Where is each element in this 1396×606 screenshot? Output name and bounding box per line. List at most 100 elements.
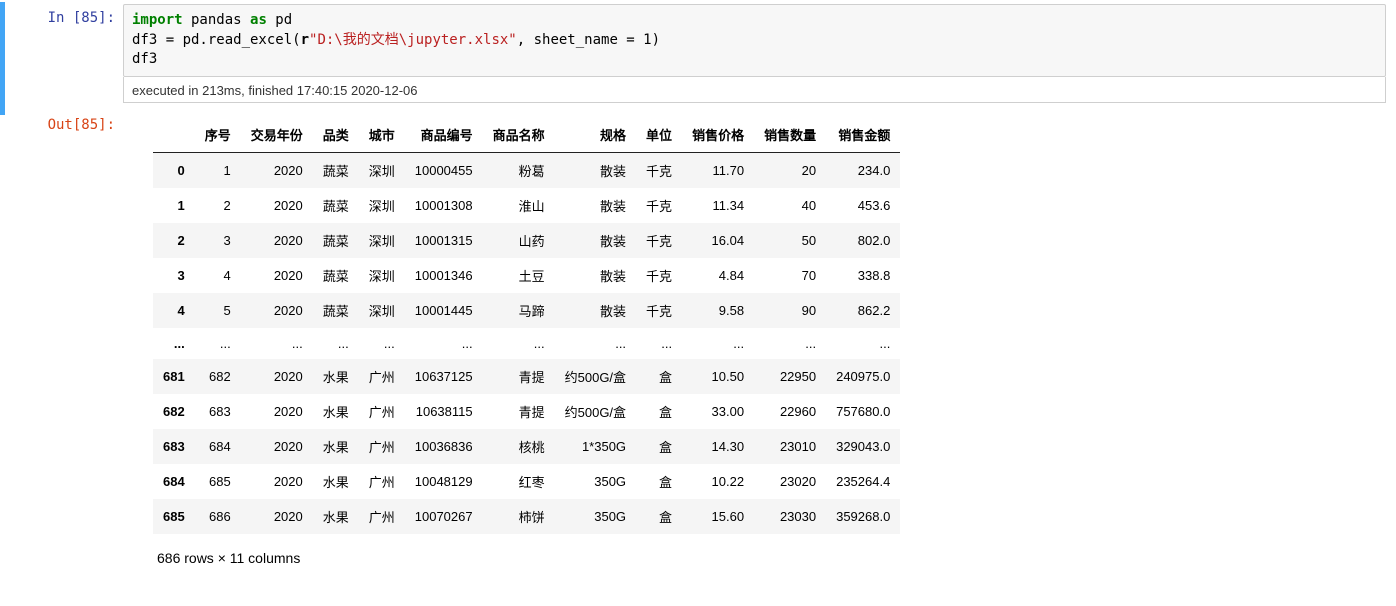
- table-cell: 土豆: [483, 258, 555, 293]
- table-cell: 蔬菜: [313, 293, 359, 328]
- table-cell: 2020: [241, 394, 313, 429]
- table-cell: 1: [195, 152, 241, 188]
- table-cell: 3: [195, 223, 241, 258]
- keyword-import: import: [132, 12, 183, 28]
- table-cell: 757680.0: [826, 394, 900, 429]
- table-cell: 2020: [241, 359, 313, 394]
- table-cell: 深圳: [359, 223, 405, 258]
- table-cell: 10.50: [682, 359, 754, 394]
- column-header: 商品编号: [405, 117, 483, 153]
- table-cell: 2020: [241, 188, 313, 223]
- row-index: 0: [153, 152, 195, 188]
- output-prompt-column: Out[85]:: [5, 117, 123, 570]
- table-row: 122020蔬菜深圳10001308淮山散装千克11.3440453.6: [153, 188, 900, 223]
- table-cell: 青提: [483, 394, 555, 429]
- row-index: 683: [153, 429, 195, 464]
- table-cell: 23010: [754, 429, 826, 464]
- notebook-cell: In [85]: import pandas as pd df3 = pd.re…: [0, 2, 1396, 115]
- table-cell: 862.2: [826, 293, 900, 328]
- table-cell: 20: [754, 152, 826, 188]
- table-cell: 约500G/盒: [555, 394, 636, 429]
- table-row: 6826832020水果广州10638115青提约500G/盒盒33.00229…: [153, 394, 900, 429]
- table-row: 342020蔬菜深圳10001346土豆散装千克4.8470338.8: [153, 258, 900, 293]
- table-cell: 广州: [359, 464, 405, 499]
- column-header: 品类: [313, 117, 359, 153]
- output-cell: Out[85]: 序号交易年份品类城市商品编号商品名称规格单位销售价格销售数量销…: [0, 117, 1396, 578]
- table-cell: 2020: [241, 499, 313, 534]
- execution-info: executed in 213ms, finished 17:40:15 202…: [123, 77, 1386, 103]
- string-literal: "D:\我的文档\jupyter.xlsx": [309, 32, 517, 48]
- code-text: df3: [132, 51, 157, 67]
- dataframe-table[interactable]: 序号交易年份品类城市商品编号商品名称规格单位销售价格销售数量销售金额 01202…: [153, 117, 900, 534]
- table-cell: 10.22: [682, 464, 754, 499]
- table-cell: 15.60: [682, 499, 754, 534]
- table-cell: 散装: [555, 223, 636, 258]
- table-cell: 蔬菜: [313, 223, 359, 258]
- table-cell: 329043.0: [826, 429, 900, 464]
- code-input[interactable]: import pandas as pd df3 = pd.read_excel(…: [123, 4, 1386, 77]
- table-cell: ...: [241, 328, 313, 359]
- table-cell: 1*350G: [555, 429, 636, 464]
- table-cell: 马蹄: [483, 293, 555, 328]
- table-cell: ...: [555, 328, 636, 359]
- table-cell: ...: [682, 328, 754, 359]
- table-cell: 4: [195, 258, 241, 293]
- table-row: 6836842020水果广州10036836核桃1*350G盒14.302301…: [153, 429, 900, 464]
- table-cell: ...: [313, 328, 359, 359]
- table-cell: 广州: [359, 394, 405, 429]
- table-row: 6856862020水果广州10070267柿饼350G盒15.60230303…: [153, 499, 900, 534]
- out-prompt-label: Out[85]:: [48, 117, 115, 133]
- table-cell: 2020: [241, 258, 313, 293]
- output-content: 序号交易年份品类城市商品编号商品名称规格单位销售价格销售数量销售金额 01202…: [123, 117, 1396, 570]
- table-cell: 水果: [313, 394, 359, 429]
- table-cell: ...: [826, 328, 900, 359]
- table-cell: 蔬菜: [313, 258, 359, 293]
- table-cell: ...: [754, 328, 826, 359]
- table-cell: 散装: [555, 293, 636, 328]
- table-cell: 广州: [359, 359, 405, 394]
- row-index: 684: [153, 464, 195, 499]
- table-cell: 千克: [636, 188, 682, 223]
- row-index: 685: [153, 499, 195, 534]
- table-cell: 深圳: [359, 188, 405, 223]
- table-cell: 23030: [754, 499, 826, 534]
- code-text: ): [652, 32, 660, 48]
- table-cell: 33.00: [682, 394, 754, 429]
- table-cell: 686: [195, 499, 241, 534]
- table-cell: 深圳: [359, 152, 405, 188]
- table-cell: 千克: [636, 293, 682, 328]
- table-cell: 水果: [313, 359, 359, 394]
- module-name: pandas: [183, 12, 250, 28]
- table-cell: 10048129: [405, 464, 483, 499]
- keyword-as: as: [250, 12, 267, 28]
- table-cell: 广州: [359, 499, 405, 534]
- table-cell: 10001445: [405, 293, 483, 328]
- row-index: 1: [153, 188, 195, 223]
- table-cell: 水果: [313, 429, 359, 464]
- table-cell: 青提: [483, 359, 555, 394]
- table-cell: 16.04: [682, 223, 754, 258]
- table-row: ....................................: [153, 328, 900, 359]
- num-literal: 1: [643, 32, 651, 48]
- table-cell: 683: [195, 394, 241, 429]
- table-cell: 2: [195, 188, 241, 223]
- column-header: 规格: [555, 117, 636, 153]
- table-cell: 22960: [754, 394, 826, 429]
- cell-content: import pandas as pd df3 = pd.read_excel(…: [123, 4, 1396, 107]
- table-cell: 802.0: [826, 223, 900, 258]
- table-cell: 盒: [636, 464, 682, 499]
- table-cell: 11.34: [682, 188, 754, 223]
- table-header: 序号交易年份品类城市商品编号商品名称规格单位销售价格销售数量销售金额: [153, 117, 900, 153]
- table-cell: ...: [405, 328, 483, 359]
- table-cell: 淮山: [483, 188, 555, 223]
- row-index: 2: [153, 223, 195, 258]
- column-header: 交易年份: [241, 117, 313, 153]
- table-cell: 40: [754, 188, 826, 223]
- table-cell: 2020: [241, 223, 313, 258]
- table-cell: 2020: [241, 152, 313, 188]
- raw-prefix: r: [301, 32, 309, 48]
- table-cell: 盒: [636, 359, 682, 394]
- table-cell: 10637125: [405, 359, 483, 394]
- table-cell: 10000455: [405, 152, 483, 188]
- table-cell: 深圳: [359, 258, 405, 293]
